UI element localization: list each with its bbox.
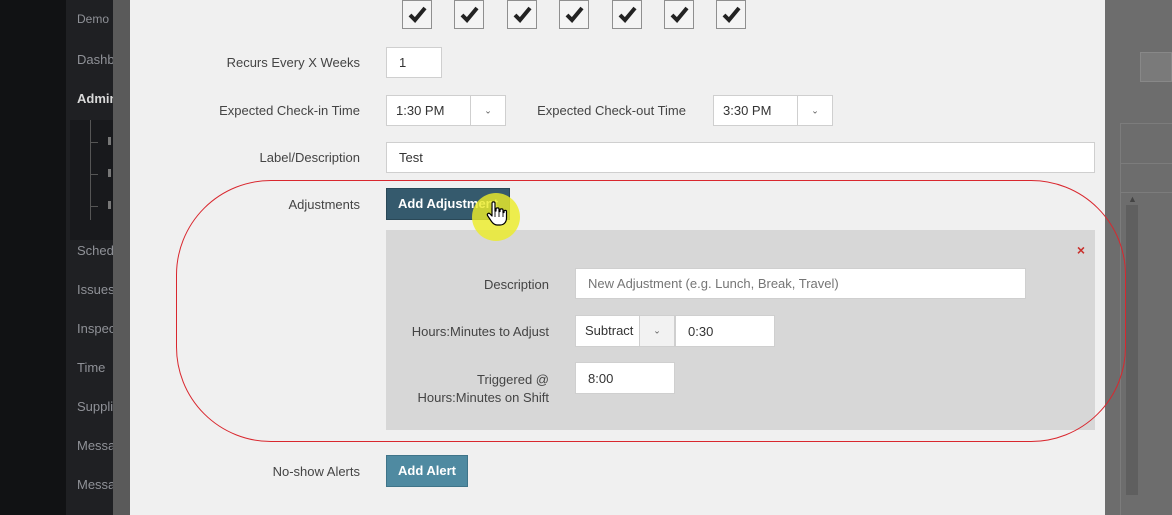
sidebar-submenu (70, 120, 113, 240)
checkmark-icon (618, 6, 637, 23)
checkout-time-select[interactable]: 3:30 PM ⌄ (713, 95, 833, 126)
sidebar-item-messages-2[interactable]: Messages (77, 477, 113, 492)
scrollbar[interactable] (1126, 205, 1138, 495)
weekday-checkbox-6[interactable] (664, 0, 694, 29)
sidebar-item-demo[interactable]: Demo (77, 12, 113, 26)
weekday-checkbox-5[interactable] (612, 0, 642, 29)
sidebar-item-time[interactable]: Time (77, 360, 113, 375)
checkmark-icon (565, 6, 584, 23)
checkin-time-value: 1:30 PM (396, 103, 445, 118)
background-input (1140, 52, 1172, 82)
weekday-checkbox-7[interactable] (716, 0, 746, 29)
recurs-label: Recurs Every X Weeks (226, 55, 360, 70)
recurs-weeks-input[interactable] (386, 47, 442, 78)
sidebar-item-messages[interactable]: Messages (77, 438, 113, 453)
sidebar-item-schedule[interactable]: Schedule (77, 243, 113, 258)
noshow-alerts-label: No-show Alerts (272, 464, 360, 479)
sidebar-item-dashboard[interactable]: Dashboard (77, 52, 113, 67)
sidebar-item-inspections[interactable]: Inspections (77, 321, 113, 336)
sidebar-icon-strip (0, 0, 66, 515)
sidebar-item-supplies[interactable]: Supplies (77, 399, 113, 414)
weekday-checkbox-3[interactable] (507, 0, 537, 29)
sidebar-item-issues[interactable]: Issues (77, 282, 113, 297)
checkmark-icon (460, 6, 479, 23)
add-alert-button[interactable]: Add Alert (386, 455, 468, 487)
sidebar: Demo Dashboard Administration Schedule I… (0, 0, 113, 515)
checkmark-icon (722, 6, 741, 23)
highlight-annotation (176, 180, 1126, 442)
checkin-time-select[interactable]: 1:30 PM ⌄ (386, 95, 506, 126)
hand-pointer-icon (486, 201, 508, 226)
checkmark-icon (513, 6, 532, 23)
checkout-time-value: 3:30 PM (723, 103, 772, 118)
sidebar-item-administration[interactable]: Administration (77, 91, 113, 106)
checkin-label: Expected Check-in Time (219, 103, 360, 118)
chevron-down-icon[interactable]: ⌄ (797, 96, 832, 125)
scroll-up-icon[interactable]: ▲ (1128, 194, 1137, 204)
weekday-checkbox-2[interactable] (454, 0, 484, 29)
checkout-label: Expected Check-out Time (537, 103, 686, 118)
weekday-checkbox-4[interactable] (559, 0, 589, 29)
label-description-input[interactable] (386, 142, 1095, 173)
chevron-down-icon[interactable]: ⌄ (470, 96, 505, 125)
weekday-checkbox-1[interactable] (402, 0, 432, 29)
checkmark-icon (408, 6, 427, 23)
checkmark-icon (670, 6, 689, 23)
label-description-label: Label/Description (259, 150, 360, 165)
